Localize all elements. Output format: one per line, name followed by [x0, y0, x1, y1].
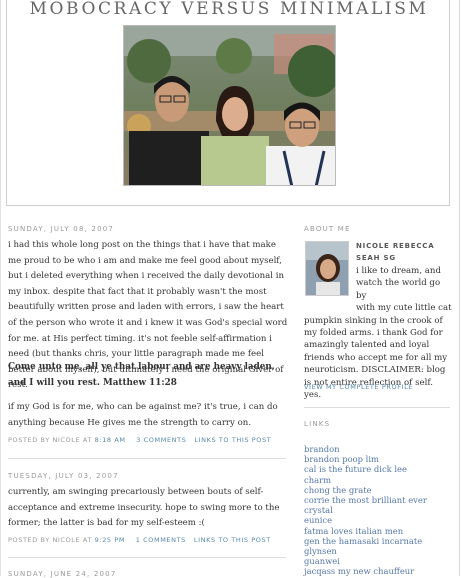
comments-link[interactable]: 3 COMMENTS [136, 436, 186, 444]
links-list-item: brandon [304, 444, 427, 454]
sidebar-link[interactable]: cal is the future dick lee [304, 464, 407, 474]
links-list-item: eunice [304, 515, 427, 525]
post-date: TUESDAY, JULY 03, 2007 [8, 472, 119, 480]
post-divider [8, 557, 286, 558]
sidebar-link[interactable]: glynsen [304, 546, 337, 556]
profile-desc-line: watch the world go by [356, 278, 441, 301]
post-footer: POSTED BY NICOLE AT 8:18 AM 3 COMMENTS L… [8, 436, 271, 444]
post-divider [8, 458, 286, 459]
profile-desc-line: with my cute little cat [356, 303, 452, 314]
window-frame-right [459, 0, 460, 576]
sidebar-divider [304, 407, 450, 408]
profile-name: NICOLE REBECCA SEAH SG [356, 242, 435, 262]
blog-title-link[interactable]: MOBOCRACY VERSUS MINIMALISM [0, 0, 458, 19]
profile-desc-line: i like to dream, and [356, 266, 441, 276]
links-heading: LINKS [304, 420, 331, 428]
sidebar-link[interactable]: crystal [304, 505, 333, 515]
post-quote-block: Come unto me, all ye that labour and are… [8, 360, 288, 391]
post-paragraph: if my God is for me, who can be against … [8, 402, 278, 428]
sidebar-link[interactable]: brandon poop lim [304, 454, 379, 464]
sidebar-link[interactable]: eunice [304, 515, 332, 525]
links-list-item: corrie the most brilliant ever [304, 495, 427, 505]
post-permalink[interactable]: 8:18 AM [95, 436, 126, 444]
posted-by-label: POSTED BY NICOLE AT [8, 536, 92, 544]
links-list-item: crystal [304, 505, 427, 515]
links-to-post-link[interactable]: LINKS TO THIS POST [194, 436, 271, 444]
links-list-item: guanwei [304, 556, 427, 566]
comments-link[interactable]: 1 COMMENTS [136, 536, 186, 544]
sidebar-link[interactable]: brandon [304, 444, 340, 454]
sidebar-link[interactable]: corrie the most brilliant ever [304, 495, 427, 505]
sidebar-link[interactable]: guanwei [304, 556, 340, 566]
links-list-item: brandon poop lim [304, 454, 427, 464]
post-footer: POSTED BY NICOLE AT 9:25 PM 1 COMMENTS L… [8, 536, 271, 544]
view-profile-link[interactable]: VIEW MY COMPLETE PROFILE [304, 383, 413, 391]
header-photo-image [124, 26, 335, 185]
header-photo [123, 25, 336, 186]
links-list: brandon brandon poop lim cal is the future… [304, 444, 427, 577]
sidebar-link[interactable]: fatma loves italian men [304, 526, 403, 536]
post-quote: Come unto me, all ye that labour and are… [8, 362, 275, 388]
post-body-end: if my God is for me, who can be against … [8, 400, 288, 431]
sidebar-link[interactable]: charm [304, 475, 331, 485]
sidebar-link[interactable]: jacqass my new chauffeur [304, 566, 414, 576]
profile-description: i like to dream, and watch the world go … [304, 265, 452, 401]
links-list-item: jacqass my new chauffeur [304, 566, 427, 576]
sidebar-link[interactable]: chong the grate [304, 485, 372, 495]
sidebar-link[interactable]: gen the hamasaki incarnate [304, 536, 422, 546]
posted-by-label: POSTED BY NICOLE AT [8, 436, 92, 444]
post-paragraph: currently, am swinging precariously betw… [8, 487, 280, 529]
links-list-item: cal is the future dick lee [304, 464, 427, 474]
window-frame-left [0, 0, 1, 576]
links-list-item: charm [304, 475, 427, 485]
links-to-post-link[interactable]: LINKS TO THIS POST [194, 536, 271, 544]
post-permalink[interactable]: 9:25 PM [95, 536, 125, 544]
links-list-item: fatma loves italian men [304, 526, 427, 536]
links-list-item: glynsen [304, 546, 427, 556]
post-body: currently, am swinging precariously betw… [8, 485, 288, 532]
post-date: SUNDAY, JUNE 24, 2007 [8, 570, 117, 578]
about-me-heading: ABOUT ME [304, 225, 351, 233]
links-list-item: gen the hamasaki incarnate [304, 536, 427, 546]
post-date: SUNDAY, JULY 08, 2007 [8, 225, 115, 233]
links-list-item: chong the grate [304, 485, 427, 495]
